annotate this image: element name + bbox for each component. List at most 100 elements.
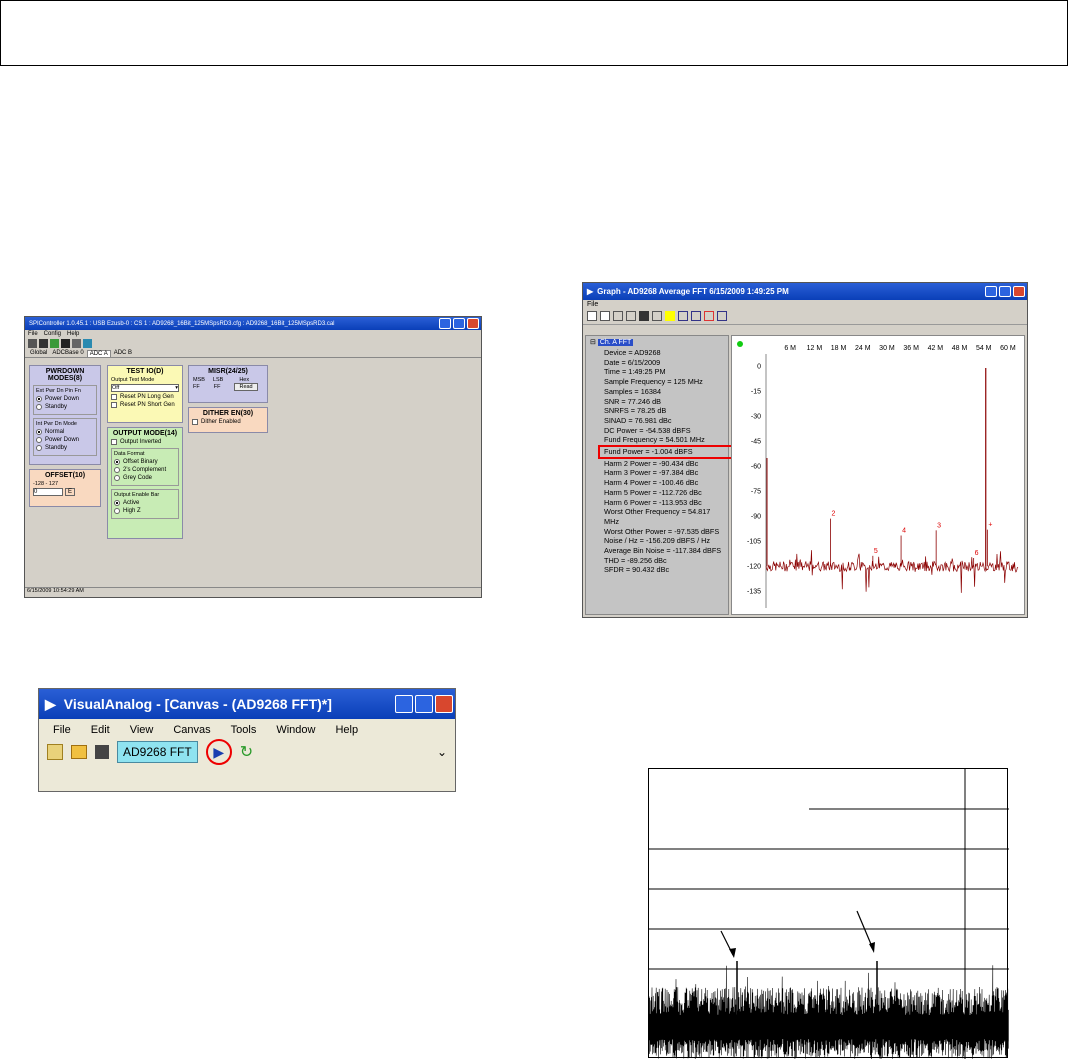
x-tick-label: 42 M [928, 345, 944, 352]
x-tick-label: 24 M [855, 345, 871, 352]
menu-help[interactable]: Help [67, 331, 79, 337]
stats-panel: ⊟ Ch. A FFT Device = AD9268 Date = 6/15/2… [585, 335, 736, 615]
maximize-icon[interactable] [999, 286, 1011, 297]
radio-offset-binary[interactable]: Offset Binary [114, 459, 176, 465]
stat-line: Harm 6 Power = -113.953 dBc [604, 497, 702, 507]
menu-tools[interactable]: Tools [231, 724, 257, 736]
menu-file[interactable]: File [587, 301, 598, 308]
test-mode-select[interactable]: Off ▾ [111, 384, 179, 392]
tool-icon[interactable] [704, 311, 714, 321]
tab-adcb[interactable]: ADC B [112, 350, 134, 357]
maximize-icon[interactable] [415, 695, 433, 713]
checkbox-pn-long[interactable]: Reset PN Long Gen [108, 394, 182, 400]
stat-line: Average Bin Noise = -117.384 dBFS [604, 546, 722, 556]
output-enable-label: Output Enable Bar [114, 492, 160, 498]
close-icon[interactable] [435, 695, 453, 713]
menu-edit[interactable]: Edit [91, 724, 110, 736]
y-tick-label: -135 [747, 588, 761, 595]
tool-icon[interactable] [600, 311, 610, 321]
new-canvas-icon[interactable] [47, 744, 63, 760]
menu-file[interactable]: File [28, 331, 38, 337]
tool-icon[interactable] [39, 339, 48, 348]
save-icon[interactable] [639, 311, 649, 321]
tab-global[interactable]: Global [28, 350, 49, 357]
run-button[interactable]: ▶ [205, 739, 232, 765]
checkbox-label: Dither Enabled [201, 419, 241, 425]
maximize-icon[interactable] [453, 318, 465, 329]
offset-button[interactable]: E [65, 488, 75, 496]
tool-icon[interactable] [83, 339, 92, 348]
test-title: TEST IO(D) [126, 368, 164, 375]
checkbox-label: Output Inverted [120, 439, 162, 445]
menu-config[interactable]: Config [44, 331, 61, 337]
test-group: TEST IO(D) Output Test Mode Off ▾ Reset P… [107, 365, 183, 423]
tool-icon[interactable] [652, 311, 662, 321]
refresh-icon[interactable]: ↻ [240, 742, 253, 762]
tool-icon[interactable] [626, 311, 636, 321]
tool-icon[interactable] [50, 339, 59, 348]
close-icon[interactable] [1013, 286, 1025, 297]
menu-view[interactable]: View [130, 724, 154, 736]
checkbox-label: Reset PN Long Gen [120, 394, 174, 400]
tab-adcbase0[interactable]: ADCBase 0 [50, 350, 85, 357]
radio-label: Normal [45, 429, 65, 435]
bottom-fft-chart [648, 769, 1009, 1060]
radio-power-down[interactable]: Power Down [36, 396, 94, 402]
va-menubar: File Edit View Canvas Tools Window Help [39, 719, 455, 739]
minimize-icon[interactable] [439, 318, 451, 329]
data-format-label: Data Format [114, 451, 145, 457]
menu-help[interactable]: Help [335, 724, 358, 736]
tool-icon[interactable] [665, 311, 675, 321]
harmonic-label: + [988, 522, 992, 529]
stat-line: Worst Other Frequency = 54.817 MHz [604, 507, 711, 526]
misr-msb-label: MSB [193, 377, 205, 383]
stat-line: SNRFS = 78.25 dB [604, 406, 667, 416]
tree-node[interactable]: ⊟ Ch. A FFT [590, 338, 724, 346]
open-folder-icon[interactable] [71, 745, 87, 759]
close-icon[interactable] [467, 318, 479, 329]
arrow-right [856, 910, 874, 950]
radio-label: High Z [123, 508, 141, 514]
tool-icon[interactable] [61, 339, 70, 348]
chevron-down-icon[interactable]: ⌄ [437, 745, 447, 759]
radio-standby-2[interactable]: Standby [36, 445, 94, 451]
tool-icon[interactable] [717, 311, 727, 321]
radio-active[interactable]: Active [114, 500, 176, 506]
harmonic-label: 6 [975, 550, 979, 557]
save-icon[interactable] [95, 745, 109, 759]
radio-power-down-2[interactable]: Power Down [36, 437, 94, 443]
menu-file[interactable]: File [53, 724, 71, 736]
tool-icon[interactable] [691, 311, 701, 321]
radio-grey-code[interactable]: Grey Code [114, 475, 176, 481]
menu-window[interactable]: Window [276, 724, 315, 736]
checkbox-output-inverted[interactable]: Output Inverted [108, 439, 182, 445]
output-enable-fieldset: Output Enable Bar Active High Z [111, 489, 179, 519]
tool-icon[interactable] [587, 311, 597, 321]
radio-normal[interactable]: Normal [36, 429, 94, 435]
radio-high-z[interactable]: High Z [114, 508, 176, 514]
stat-line: Harm 3 Power = -97.384 dBc [604, 468, 699, 478]
menu-canvas[interactable]: Canvas [173, 724, 210, 736]
tab-adca[interactable]: ADC A [86, 350, 111, 357]
canvas-name[interactable]: AD9268 FFT [117, 741, 198, 763]
radio-twos-complement[interactable]: 2's Complement [114, 467, 176, 473]
graph-titlebar: ▶ Graph - AD9268 Average FFT 6/15/2009 1… [583, 283, 1027, 300]
tool-icon[interactable] [72, 339, 81, 348]
radio-label: Offset Binary [123, 459, 158, 465]
checkbox-pn-short[interactable]: Reset PN Short Gen [108, 402, 182, 408]
arrow-head [729, 948, 736, 958]
checkbox-dither[interactable]: Dither Enabled [189, 419, 267, 425]
grid-icon[interactable] [678, 311, 688, 321]
radio-standby[interactable]: Standby [36, 404, 94, 410]
play-icon: ▶ [587, 287, 594, 296]
tree-label: Ch. A FFT [597, 339, 634, 346]
minimize-icon[interactable] [985, 286, 997, 297]
tool-icon[interactable] [613, 311, 623, 321]
read-button[interactable]: Read [234, 383, 258, 391]
offset-input[interactable]: 0 [33, 488, 63, 496]
stat-line: Worst Other Power = -97.535 dBFS [604, 526, 720, 536]
stat-line: SINAD = 76.981 dBc [604, 415, 672, 425]
tool-icon[interactable] [28, 339, 37, 348]
minimize-icon[interactable] [395, 695, 413, 713]
harmonic-label: 3 [937, 522, 941, 529]
